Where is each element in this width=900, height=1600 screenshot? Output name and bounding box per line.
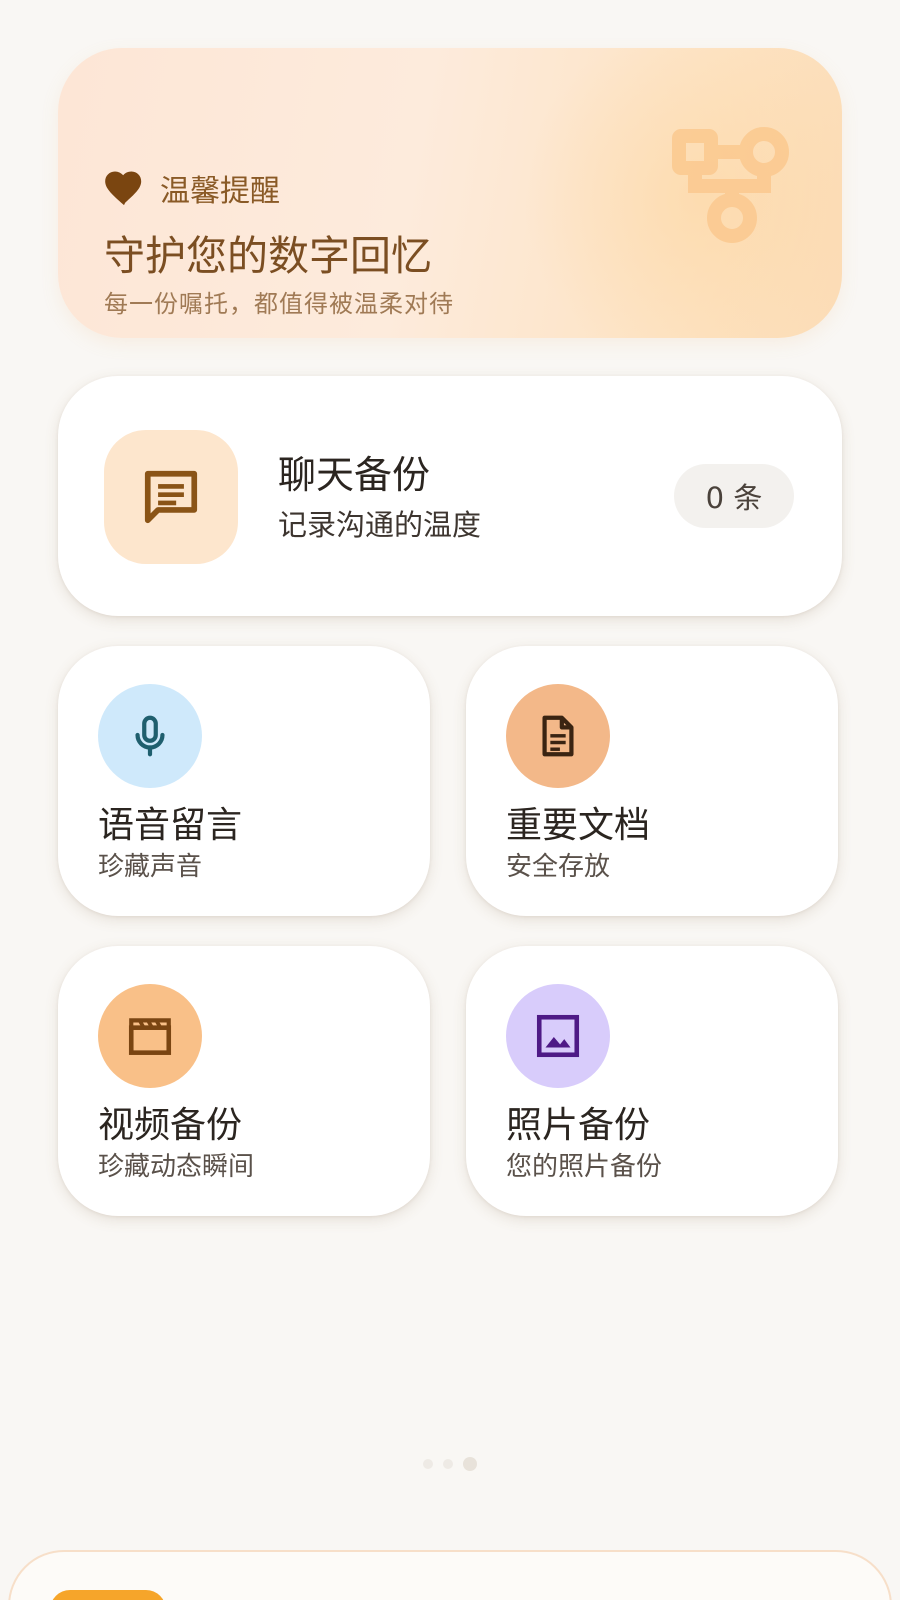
video-backup-card[interactable]: 视频备份 珍藏动态瞬间 [58, 946, 430, 1216]
clapperboard-icon [128, 1018, 172, 1055]
bottom-action-button[interactable] [50, 1590, 166, 1600]
reminder-banner: 温馨提醒 守护您的数字回忆 每一份嘱托，都值得被温柔对待 [58, 48, 842, 338]
bottom-sheet [8, 1550, 892, 1600]
chat-icon-container [104, 430, 238, 564]
microphone-icon [135, 715, 165, 757]
image-icon [536, 1014, 580, 1058]
chat-backup-card[interactable]: 聊天备份 记录沟通的温度 0 条 [58, 376, 842, 616]
heart-icon [105, 171, 142, 206]
video-backup-subtitle: 珍藏动态瞬间 [98, 1152, 255, 1182]
voice-message-card[interactable]: 语音留言 珍藏声音 [58, 646, 430, 916]
documents-card[interactable]: 重要文档 安全存放 [466, 646, 838, 916]
photo-backup-title: 照片备份 [506, 1105, 651, 1146]
chat-count-badge: 0 条 [674, 464, 794, 528]
voice-message-title: 语音留言 [98, 805, 243, 846]
photo-backup-card[interactable]: 照片备份 您的照片备份 [466, 946, 838, 1216]
page-dot[interactable] [443, 1459, 453, 1469]
photo-icon-container [506, 984, 610, 1088]
chat-backup-subtitle: 记录沟通的温度 [278, 508, 482, 542]
voice-icon-container [98, 684, 202, 788]
photo-backup-subtitle: 您的照片备份 [506, 1152, 663, 1182]
documents-subtitle: 安全存放 [506, 852, 611, 882]
video-backup-title: 视频备份 [98, 1105, 243, 1146]
voice-message-subtitle: 珍藏声音 [98, 852, 203, 882]
account-tree-icon [672, 127, 789, 243]
video-icon-container [98, 984, 202, 1088]
banner-tag: 温馨提醒 [104, 166, 280, 210]
documents-title: 重要文档 [506, 805, 651, 846]
banner-subtitle: 每一份嘱托，都值得被温柔对待 [104, 290, 454, 318]
document-icon [542, 715, 574, 757]
document-icon-container [506, 684, 610, 788]
page-dot[interactable] [423, 1459, 433, 1469]
banner-title: 守护您的数字回忆 [104, 232, 432, 280]
page-indicator [0, 1457, 900, 1471]
chat-icon [144, 470, 198, 524]
backup-home-screen: 温馨提醒 守护您的数字回忆 每一份嘱托，都值得被温柔对待 聊天备份 记录沟通的温… [0, 0, 900, 1600]
page-dot-active[interactable] [463, 1457, 477, 1471]
banner-tag-label: 温馨提醒 [160, 174, 280, 209]
chat-backup-title: 聊天备份 [278, 453, 431, 497]
